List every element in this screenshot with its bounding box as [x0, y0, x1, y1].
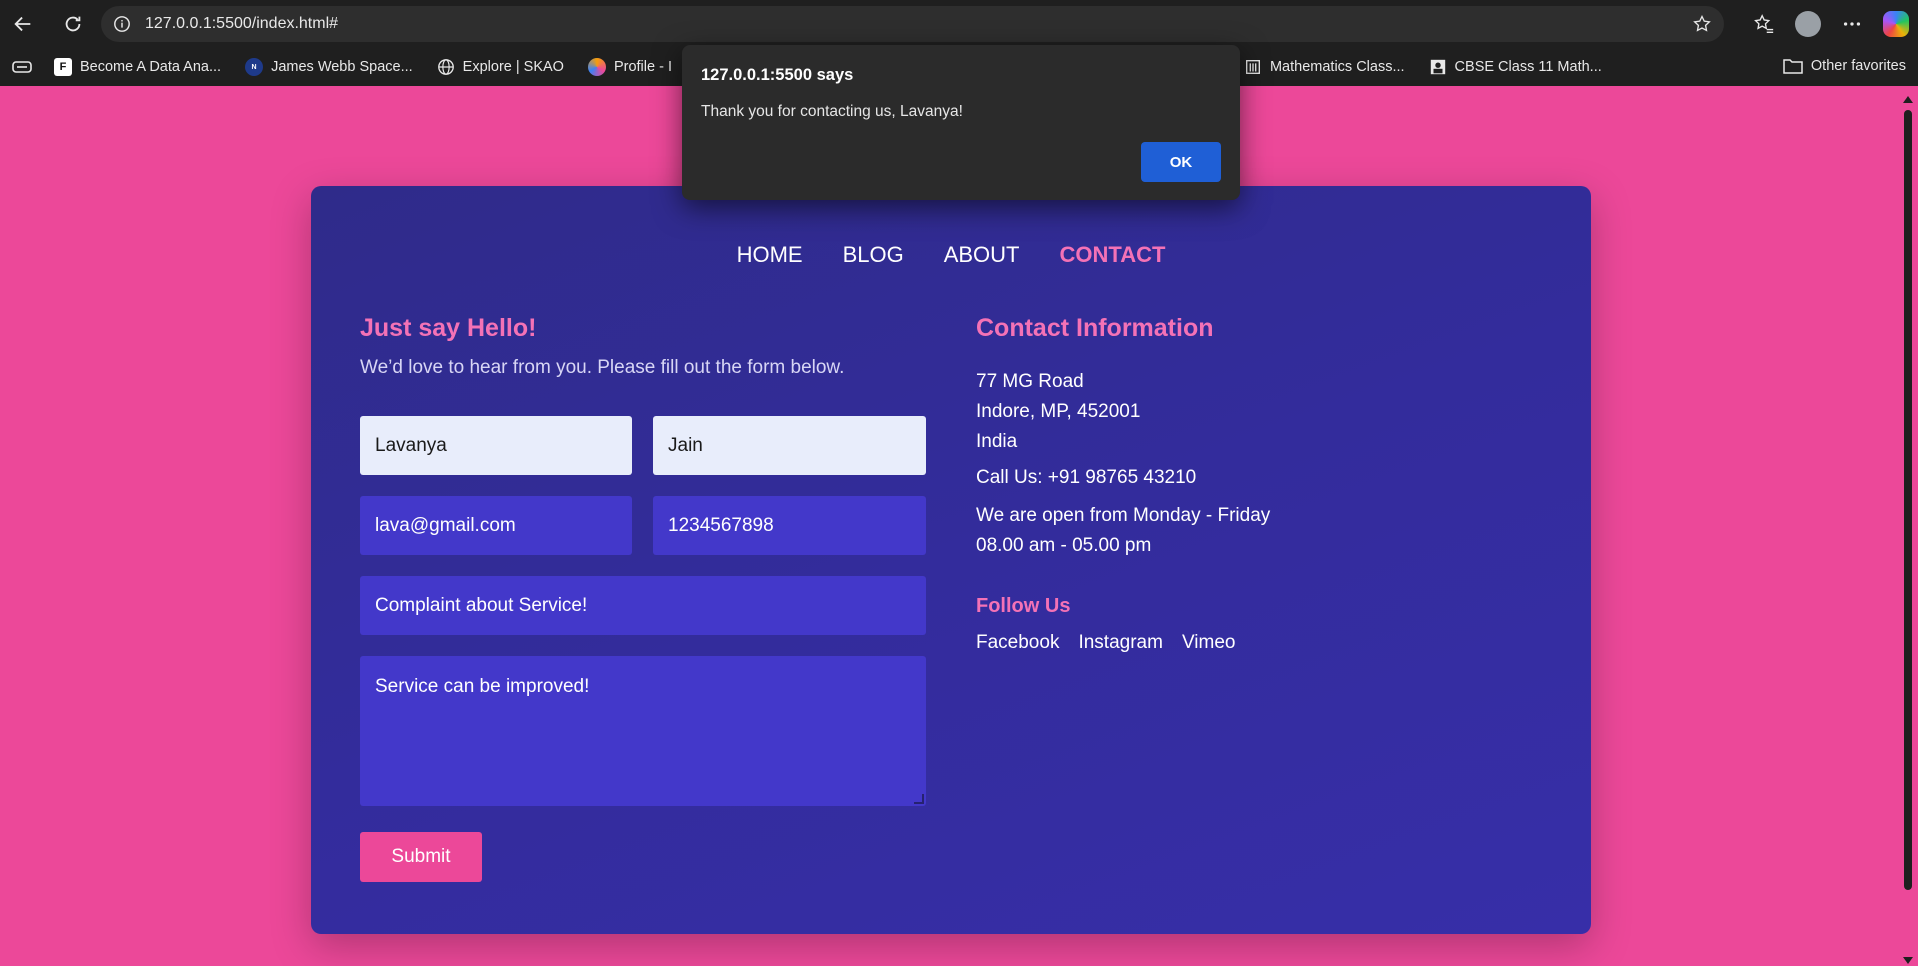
hours-line1: We are open from Monday - Friday	[976, 505, 1271, 526]
reading-list-icon[interactable]	[12, 59, 32, 75]
address-line2: Indore, MP, 452001	[976, 401, 1141, 422]
hours-line2: 08.00 am - 05.00 pm	[976, 535, 1152, 556]
page-scrollbar[interactable]	[1898, 86, 1918, 966]
globe-icon	[437, 59, 454, 75]
submit-button[interactable]: Submit	[360, 832, 482, 882]
contact-form-section: Just say Hello! We’d love to hear from y…	[360, 314, 926, 379]
other-favorites[interactable]: Other favorites	[1783, 57, 1906, 75]
contact-info-section: Contact Information 77 MG Road Indore, M…	[976, 314, 1536, 654]
bookmark-label: Explore | SKAO	[462, 59, 564, 75]
browser-toolbar: 127.0.0.1:5500/index.html#	[0, 0, 1918, 48]
copilot-icon[interactable]	[1874, 0, 1918, 48]
teacher-icon	[1430, 59, 1445, 75]
bookmark-label: Mathematics Class...	[1269, 59, 1405, 75]
alert-dialog: 127.0.0.1:5500 says Thank you for contac…	[682, 45, 1240, 200]
bookmark-1[interactable]: N James Webb Space...	[245, 58, 413, 76]
bookmark-0[interactable]: F Become A Data Ana...	[54, 58, 221, 76]
url-text: 127.0.0.1:5500/index.html#	[145, 15, 339, 32]
instagram-link[interactable]: Instagram	[1078, 632, 1162, 654]
bookmark-label: Become A Data Ana...	[80, 59, 222, 75]
bookmark-5[interactable]: CBSE Class 11 Math...	[1429, 58, 1602, 76]
opening-hours: We are open from Monday - Friday 08.00 a…	[976, 501, 1536, 561]
address-bar[interactable]: 127.0.0.1:5500/index.html#	[101, 6, 1724, 42]
subject-input[interactable]: Complaint about Service!	[360, 576, 926, 635]
phone-input[interactable]: 1234567898	[653, 496, 926, 555]
bookmark-2[interactable]: Explore | SKAO	[437, 58, 564, 76]
nav-about[interactable]: ABOUT	[944, 242, 1020, 268]
bookmark-3[interactable]: Profile - I	[587, 58, 672, 76]
social-links: Facebook Instagram Vimeo	[976, 632, 1536, 654]
scrollbar-thumb[interactable]	[1904, 110, 1912, 890]
form-heading: Just say Hello!	[360, 314, 537, 342]
favorites-icon[interactable]	[1742, 0, 1786, 48]
message-text: Service can be improved!	[375, 676, 590, 697]
profile-favicon-icon	[587, 58, 606, 76]
institution-icon	[1245, 60, 1260, 74]
email-input[interactable]: lava@gmail.com	[360, 496, 632, 555]
first-name-input[interactable]: Lavanya	[360, 416, 632, 475]
site-info-icon[interactable]	[113, 15, 131, 33]
resize-handle-icon[interactable]	[914, 794, 924, 804]
other-favorites-label: Other favorites	[1810, 58, 1906, 74]
scroll-up-icon[interactable]	[1903, 96, 1913, 103]
address-line1: 77 MG Road	[976, 371, 1084, 392]
back-icon[interactable]	[6, 7, 40, 41]
alert-ok-button[interactable]: OK	[1141, 142, 1221, 182]
nav-blog[interactable]: BLOG	[843, 242, 904, 268]
phone-info: Call Us: +91 98765 43210	[976, 467, 1197, 488]
alert-title: 127.0.0.1:5500 says	[701, 66, 854, 84]
contact-card: HOME BLOG ABOUT CONTACT Just say Hello! …	[311, 186, 1591, 934]
bookmark-label: Profile - I	[613, 59, 672, 75]
alert-message: Thank you for contacting us, Lavanya!	[701, 103, 963, 120]
profile-avatar[interactable]	[1786, 0, 1830, 48]
bookmark-4[interactable]: Mathematics Class...	[1244, 58, 1405, 76]
favorite-star-icon[interactable]	[1692, 14, 1712, 34]
nav-contact[interactable]: CONTACT	[1060, 242, 1166, 268]
nav-home[interactable]: HOME	[737, 242, 803, 268]
more-menu-icon[interactable]	[1830, 0, 1874, 48]
message-textarea[interactable]: Service can be improved!	[360, 656, 926, 806]
follow-heading: Follow Us	[976, 595, 1071, 617]
refresh-icon[interactable]	[56, 7, 90, 41]
scroll-down-icon[interactable]	[1903, 957, 1913, 964]
form-intro: We’d love to hear from you. Please fill …	[360, 357, 845, 378]
bookmark-label: James Webb Space...	[271, 59, 413, 75]
data-analyst-favicon-icon: F	[54, 58, 72, 76]
bookmark-label: CBSE Class 11 Math...	[1454, 59, 1602, 75]
folder-icon	[1783, 59, 1803, 74]
nasa-favicon-icon: N	[245, 58, 264, 76]
contact-heading: Contact Information	[976, 314, 1214, 342]
facebook-link[interactable]: Facebook	[976, 632, 1059, 654]
main-nav: HOME BLOG ABOUT CONTACT	[311, 242, 1591, 268]
address: 77 MG Road Indore, MP, 452001 India	[976, 367, 1536, 457]
last-name-input[interactable]: Jain	[653, 416, 926, 475]
vimeo-link[interactable]: Vimeo	[1182, 632, 1236, 654]
address-line3: India	[976, 431, 1018, 452]
